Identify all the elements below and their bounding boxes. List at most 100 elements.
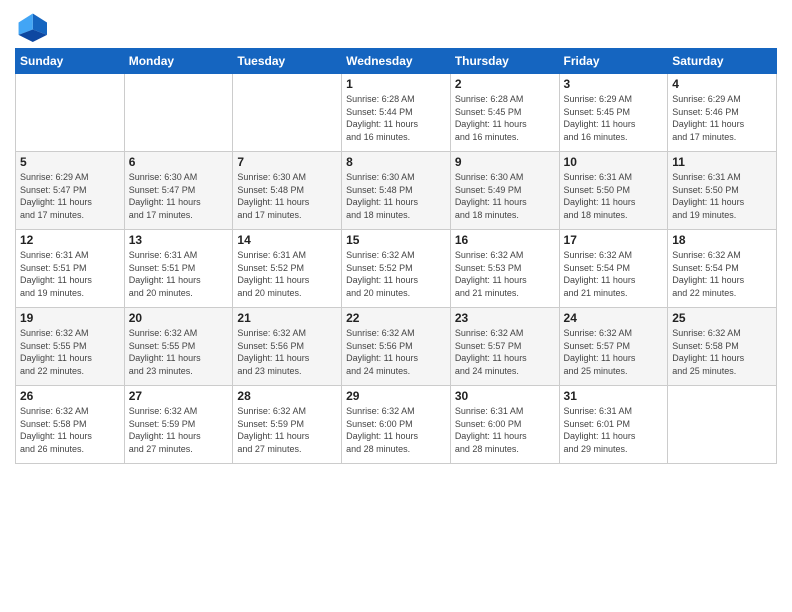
day-number: 30 xyxy=(455,389,555,403)
day-info: Sunrise: 6:32 AM Sunset: 5:57 PM Dayligh… xyxy=(564,327,664,377)
weekday-monday: Monday xyxy=(124,49,233,74)
day-number: 10 xyxy=(564,155,664,169)
day-info: Sunrise: 6:29 AM Sunset: 5:46 PM Dayligh… xyxy=(672,93,772,143)
day-number: 9 xyxy=(455,155,555,169)
day-number: 11 xyxy=(672,155,772,169)
day-info: Sunrise: 6:32 AM Sunset: 5:55 PM Dayligh… xyxy=(20,327,120,377)
day-number: 24 xyxy=(564,311,664,325)
day-number: 18 xyxy=(672,233,772,247)
calendar-cell: 14 Sunrise: 6:31 AM Sunset: 5:52 PM Dayli… xyxy=(233,230,342,308)
calendar-cell xyxy=(668,386,777,464)
calendar-cell: 4 Sunrise: 6:29 AM Sunset: 5:46 PM Daylig… xyxy=(668,74,777,152)
calendar-cell: 24 Sunrise: 6:32 AM Sunset: 5:57 PM Dayli… xyxy=(559,308,668,386)
day-number: 28 xyxy=(237,389,337,403)
calendar-cell: 25 Sunrise: 6:32 AM Sunset: 5:58 PM Dayli… xyxy=(668,308,777,386)
day-info: Sunrise: 6:31 AM Sunset: 6:00 PM Dayligh… xyxy=(455,405,555,455)
day-info: Sunrise: 6:32 AM Sunset: 5:56 PM Dayligh… xyxy=(237,327,337,377)
day-info: Sunrise: 6:29 AM Sunset: 5:47 PM Dayligh… xyxy=(20,171,120,221)
day-number: 1 xyxy=(346,77,446,91)
day-number: 7 xyxy=(237,155,337,169)
calendar-cell: 10 Sunrise: 6:31 AM Sunset: 5:50 PM Dayli… xyxy=(559,152,668,230)
day-number: 20 xyxy=(129,311,229,325)
day-info: Sunrise: 6:31 AM Sunset: 5:50 PM Dayligh… xyxy=(564,171,664,221)
day-number: 16 xyxy=(455,233,555,247)
calendar-cell: 17 Sunrise: 6:32 AM Sunset: 5:54 PM Dayli… xyxy=(559,230,668,308)
day-number: 8 xyxy=(346,155,446,169)
calendar-cell: 11 Sunrise: 6:31 AM Sunset: 5:50 PM Dayli… xyxy=(668,152,777,230)
day-info: Sunrise: 6:28 AM Sunset: 5:44 PM Dayligh… xyxy=(346,93,446,143)
day-info: Sunrise: 6:32 AM Sunset: 5:52 PM Dayligh… xyxy=(346,249,446,299)
page-container: SundayMondayTuesdayWednesdayThursdayFrid… xyxy=(0,0,792,474)
day-info: Sunrise: 6:28 AM Sunset: 5:45 PM Dayligh… xyxy=(455,93,555,143)
calendar-cell: 2Sunrise: 6:28 AM Sunset: 5:45 PM Daylig… xyxy=(450,74,559,152)
weekday-thursday: Thursday xyxy=(450,49,559,74)
day-number: 5 xyxy=(20,155,120,169)
calendar-cell: 12 Sunrise: 6:31 AM Sunset: 5:51 PM Dayli… xyxy=(16,230,125,308)
day-number: 29 xyxy=(346,389,446,403)
day-info: Sunrise: 6:32 AM Sunset: 5:54 PM Dayligh… xyxy=(672,249,772,299)
day-info: Sunrise: 6:31 AM Sunset: 5:50 PM Dayligh… xyxy=(672,171,772,221)
day-info: Sunrise: 6:30 AM Sunset: 5:47 PM Dayligh… xyxy=(129,171,229,221)
weekday-header-row: SundayMondayTuesdayWednesdayThursdayFrid… xyxy=(16,49,777,74)
calendar-cell: 29 Sunrise: 6:32 AM Sunset: 6:00 PM Dayli… xyxy=(342,386,451,464)
calendar-cell: 31 Sunrise: 6:31 AM Sunset: 6:01 PM Dayli… xyxy=(559,386,668,464)
weekday-wednesday: Wednesday xyxy=(342,49,451,74)
day-number: 15 xyxy=(346,233,446,247)
calendar-cell: 28 Sunrise: 6:32 AM Sunset: 5:59 PM Dayli… xyxy=(233,386,342,464)
day-info: Sunrise: 6:30 AM Sunset: 5:48 PM Dayligh… xyxy=(237,171,337,221)
calendar-cell: 16 Sunrise: 6:32 AM Sunset: 5:53 PM Dayli… xyxy=(450,230,559,308)
weekday-saturday: Saturday xyxy=(668,49,777,74)
calendar-week-row: 19 Sunrise: 6:32 AM Sunset: 5:55 PM Dayli… xyxy=(16,308,777,386)
day-number: 17 xyxy=(564,233,664,247)
day-info: Sunrise: 6:31 AM Sunset: 5:52 PM Dayligh… xyxy=(237,249,337,299)
weekday-sunday: Sunday xyxy=(16,49,125,74)
calendar-cell xyxy=(233,74,342,152)
header xyxy=(15,10,777,42)
weekday-friday: Friday xyxy=(559,49,668,74)
day-number: 3 xyxy=(564,77,664,91)
calendar-cell: 1 Sunrise: 6:28 AM Sunset: 5:44 PM Daylig… xyxy=(342,74,451,152)
calendar-cell: 7 Sunrise: 6:30 AM Sunset: 5:48 PM Daylig… xyxy=(233,152,342,230)
calendar-cell: 21Sunrise: 6:32 AM Sunset: 5:56 PM Dayli… xyxy=(233,308,342,386)
day-info: Sunrise: 6:32 AM Sunset: 5:58 PM Dayligh… xyxy=(672,327,772,377)
day-info: Sunrise: 6:31 AM Sunset: 5:51 PM Dayligh… xyxy=(129,249,229,299)
day-info: Sunrise: 6:31 AM Sunset: 6:01 PM Dayligh… xyxy=(564,405,664,455)
day-number: 4 xyxy=(672,77,772,91)
day-info: Sunrise: 6:31 AM Sunset: 5:51 PM Dayligh… xyxy=(20,249,120,299)
calendar-cell: 13Sunrise: 6:31 AM Sunset: 5:51 PM Dayli… xyxy=(124,230,233,308)
calendar-week-row: 12 Sunrise: 6:31 AM Sunset: 5:51 PM Dayli… xyxy=(16,230,777,308)
day-info: Sunrise: 6:32 AM Sunset: 5:53 PM Dayligh… xyxy=(455,249,555,299)
calendar-cell xyxy=(124,74,233,152)
calendar-week-row: 26Sunrise: 6:32 AM Sunset: 5:58 PM Dayli… xyxy=(16,386,777,464)
calendar-cell: 6Sunrise: 6:30 AM Sunset: 5:47 PM Daylig… xyxy=(124,152,233,230)
day-number: 31 xyxy=(564,389,664,403)
day-info: Sunrise: 6:32 AM Sunset: 5:56 PM Dayligh… xyxy=(346,327,446,377)
day-number: 19 xyxy=(20,311,120,325)
day-number: 23 xyxy=(455,311,555,325)
calendar-cell: 30 Sunrise: 6:31 AM Sunset: 6:00 PM Dayli… xyxy=(450,386,559,464)
day-info: Sunrise: 6:32 AM Sunset: 6:00 PM Dayligh… xyxy=(346,405,446,455)
day-number: 12 xyxy=(20,233,120,247)
weekday-tuesday: Tuesday xyxy=(233,49,342,74)
day-number: 27 xyxy=(129,389,229,403)
day-info: Sunrise: 6:32 AM Sunset: 5:59 PM Dayligh… xyxy=(129,405,229,455)
logo-icon xyxy=(15,10,47,42)
calendar-cell: 15 Sunrise: 6:32 AM Sunset: 5:52 PM Dayli… xyxy=(342,230,451,308)
logo xyxy=(15,10,51,42)
calendar-cell xyxy=(16,74,125,152)
day-info: Sunrise: 6:32 AM Sunset: 5:58 PM Dayligh… xyxy=(20,405,120,455)
calendar-cell: 20 Sunrise: 6:32 AM Sunset: 5:55 PM Dayli… xyxy=(124,308,233,386)
day-number: 22 xyxy=(346,311,446,325)
day-info: Sunrise: 6:32 AM Sunset: 5:59 PM Dayligh… xyxy=(237,405,337,455)
day-info: Sunrise: 6:32 AM Sunset: 5:55 PM Dayligh… xyxy=(129,327,229,377)
calendar-cell: 8 Sunrise: 6:30 AM Sunset: 5:48 PM Daylig… xyxy=(342,152,451,230)
day-number: 25 xyxy=(672,311,772,325)
day-info: Sunrise: 6:32 AM Sunset: 5:54 PM Dayligh… xyxy=(564,249,664,299)
calendar-cell: 26Sunrise: 6:32 AM Sunset: 5:58 PM Dayli… xyxy=(16,386,125,464)
calendar-cell: 5 Sunrise: 6:29 AM Sunset: 5:47 PM Daylig… xyxy=(16,152,125,230)
day-info: Sunrise: 6:29 AM Sunset: 5:45 PM Dayligh… xyxy=(564,93,664,143)
day-info: Sunrise: 6:30 AM Sunset: 5:48 PM Dayligh… xyxy=(346,171,446,221)
calendar-cell: 27 Sunrise: 6:32 AM Sunset: 5:59 PM Dayli… xyxy=(124,386,233,464)
day-number: 14 xyxy=(237,233,337,247)
calendar-week-row: 5 Sunrise: 6:29 AM Sunset: 5:47 PM Daylig… xyxy=(16,152,777,230)
